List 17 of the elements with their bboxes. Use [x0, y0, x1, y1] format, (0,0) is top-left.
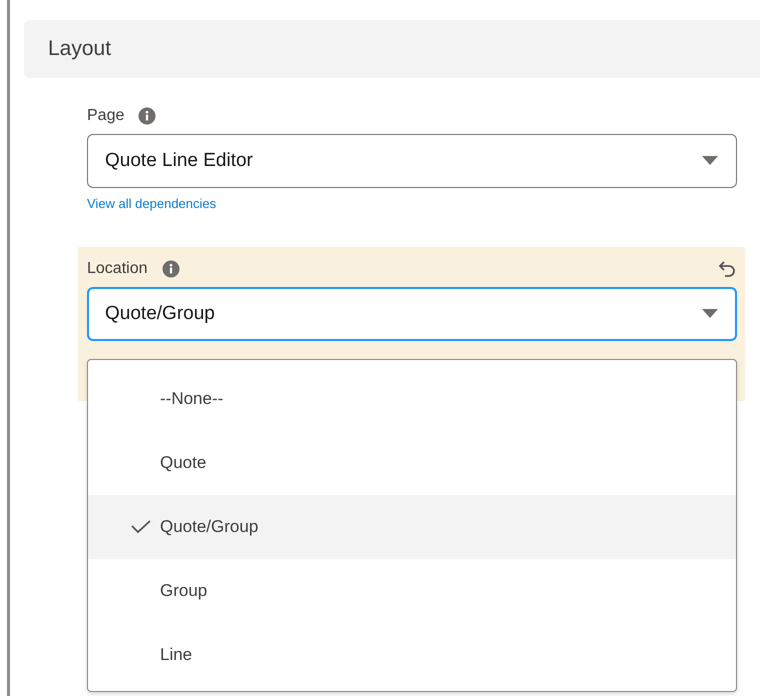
combobox[interactable]: Quote/Group — [87, 287, 737, 341]
dropdown-option[interactable]: Group — [88, 559, 736, 623]
combobox[interactable]: Quote Line Editor — [87, 134, 737, 188]
caret-icon — [702, 156, 718, 166]
checkmark-icon — [131, 520, 151, 534]
caret-icon — [702, 309, 718, 319]
dropdown-option[interactable]: Quote/Group — [88, 495, 736, 559]
info-icon[interactable] — [162, 260, 180, 278]
dropdown-option[interactable]: --None-- — [88, 367, 736, 431]
field-label: Location — [87, 260, 148, 278]
dependencies-link[interactable]: View all dependencies — [87, 196, 216, 211]
dropdown-option[interactable]: Quote — [88, 431, 736, 495]
field-label: Page — [87, 107, 124, 125]
undo-icon[interactable] — [717, 259, 737, 279]
dropdown-option[interactable]: Line — [88, 623, 736, 687]
info-icon[interactable] — [138, 107, 156, 125]
section-title: Layout — [48, 37, 112, 61]
